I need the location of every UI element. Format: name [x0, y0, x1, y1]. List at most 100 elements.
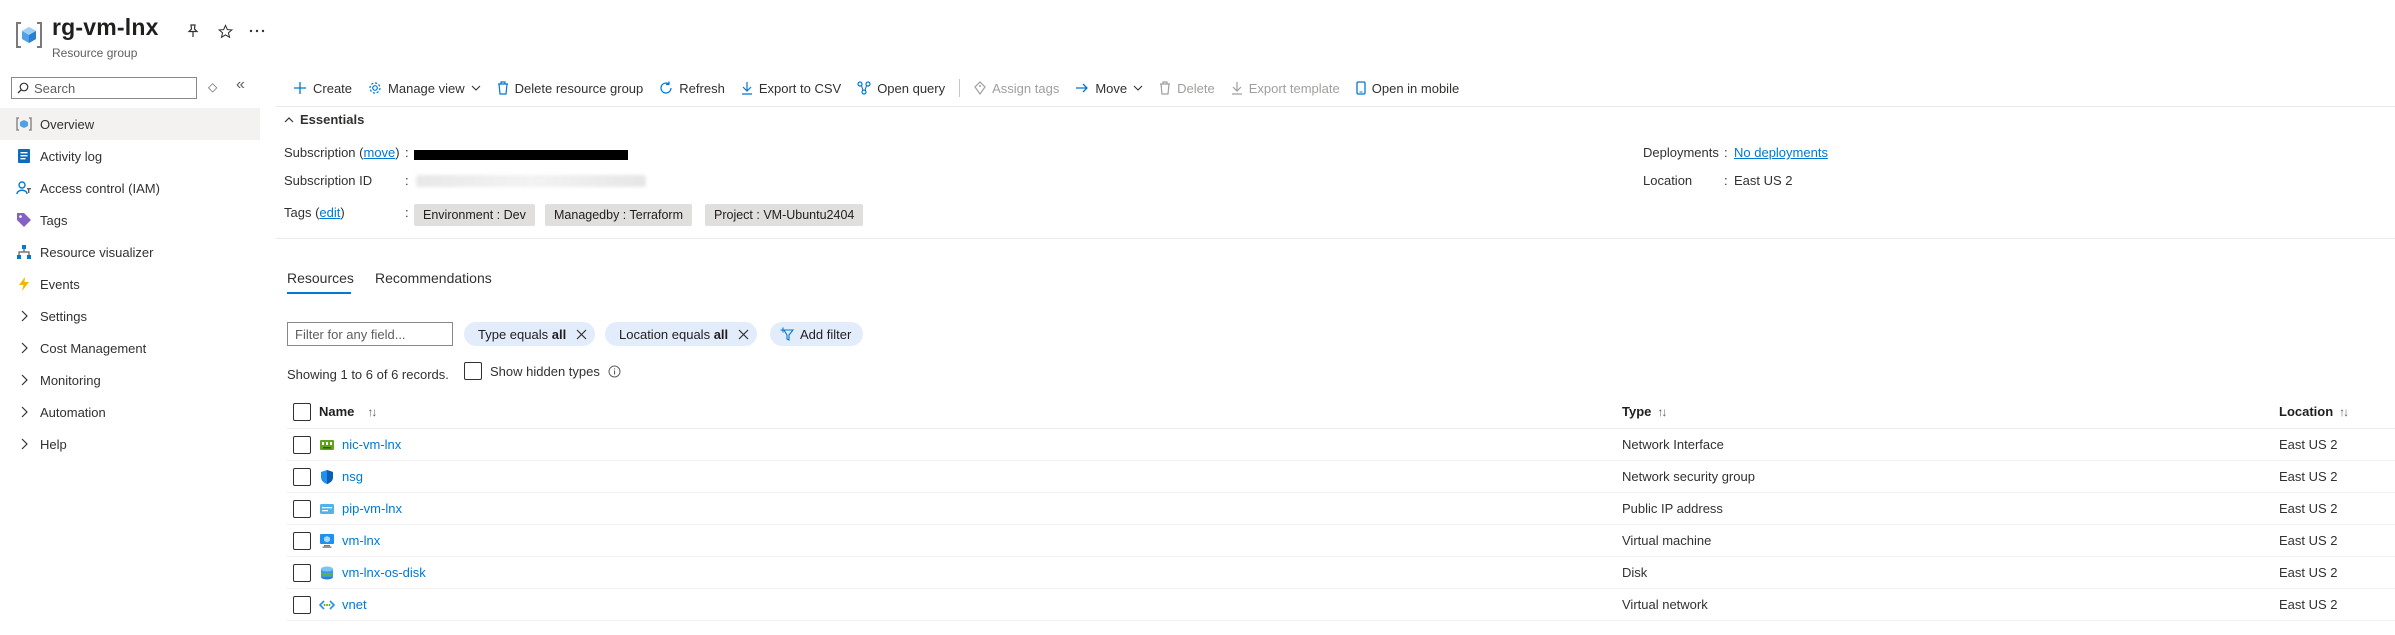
chevron-right-icon: [16, 372, 32, 388]
create-button[interactable]: Create: [285, 81, 360, 96]
more-button[interactable]: [246, 20, 268, 42]
search-options-icon[interactable]: ◇: [208, 80, 217, 94]
table-row[interactable]: nic-vm-lnx Network Interface East US 2: [287, 429, 2395, 461]
delete-button[interactable]: Delete: [1151, 81, 1223, 96]
nav-label: Activity log: [40, 148, 103, 164]
nav-label: Settings: [40, 308, 87, 324]
manage-view-button[interactable]: Manage view: [360, 81, 489, 96]
gear-icon: [369, 82, 381, 94]
row-checkbox[interactable]: [293, 563, 311, 582]
tag-chip: Managedby : Terraform: [545, 204, 692, 226]
column-header-location[interactable]: Location ↑↓: [2279, 404, 2349, 419]
pin-button[interactable]: [182, 20, 204, 42]
ellipsis-icon: [249, 29, 265, 33]
location-filter-pill[interactable]: Location equals all: [605, 322, 758, 346]
nav-item-cost-management[interactable]: Cost Management: [0, 332, 260, 364]
tag-outline-icon: [974, 81, 986, 95]
colon: :: [405, 173, 409, 188]
move-subscription-link[interactable]: move: [364, 145, 396, 160]
close-icon: [738, 329, 749, 339]
nav-item-resource-visualizer[interactable]: Resource visualizer: [0, 236, 260, 268]
resource-location: East US 2: [2279, 437, 2338, 452]
resource-location: East US 2: [2279, 501, 2338, 516]
nav-item-activity-log[interactable]: Activity log: [0, 140, 260, 172]
colon: :: [1724, 173, 1728, 188]
select-all-checkbox[interactable]: [293, 402, 311, 421]
table-row[interactable]: nsg Network security group East US 2: [287, 461, 2395, 493]
chevron-down-icon: [1133, 85, 1143, 91]
row-checkbox[interactable]: [293, 499, 311, 518]
add-filter-icon: [780, 327, 794, 341]
favorite-button[interactable]: [214, 20, 236, 42]
search-icon: [17, 82, 29, 94]
download-icon: [741, 82, 752, 95]
resource-location: East US 2: [2279, 533, 2338, 548]
resource-group-icon: [14, 20, 44, 50]
nav-search-box[interactable]: [11, 77, 197, 99]
table-row[interactable]: pip-vm-lnx Public IP address East US 2: [287, 493, 2395, 525]
nav-item-overview[interactable]: Overview: [0, 108, 260, 140]
nav-label: Access control (IAM): [40, 180, 160, 196]
table-row[interactable]: vm-lnx Virtual machine East US 2: [287, 525, 2395, 557]
move-button[interactable]: Move: [1067, 81, 1151, 96]
filter-input[interactable]: [287, 322, 453, 346]
nav-item-settings[interactable]: Settings: [0, 300, 260, 332]
deployments-link[interactable]: No deployments: [1734, 145, 1828, 160]
resource-link[interactable]: vm-lnx: [342, 533, 380, 548]
location-value: East US 2: [1734, 173, 1793, 188]
essentials-toggle[interactable]: Essentials: [284, 112, 364, 127]
delete-resource-group-button[interactable]: Delete resource group: [489, 81, 652, 96]
plus-icon: [294, 82, 306, 94]
nav-item-tags[interactable]: Tags: [0, 204, 260, 236]
row-checkbox[interactable]: [293, 435, 311, 454]
tags-label: Tags (edit): [284, 205, 345, 220]
add-filter-button[interactable]: Add filter: [770, 322, 864, 346]
edit-tags-link[interactable]: edit: [319, 205, 340, 220]
chevron-right-icon: [16, 436, 32, 452]
close-icon: [576, 329, 587, 339]
download-icon: [1231, 82, 1242, 95]
nav-item-automation[interactable]: Automation: [0, 396, 260, 428]
export-csv-button[interactable]: Export to CSV: [733, 81, 849, 96]
chevron-right-icon: [16, 340, 32, 356]
row-checkbox[interactable]: [293, 595, 311, 614]
nav-item-events[interactable]: Events: [0, 268, 260, 300]
checkbox[interactable]: [464, 362, 482, 380]
show-hidden-types-checkbox[interactable]: Show hidden types: [464, 362, 621, 380]
deployments-label: Deployments: [1643, 145, 1719, 160]
nav-item-help[interactable]: Help: [0, 428, 260, 460]
nav-search-input[interactable]: [34, 80, 184, 96]
chevron-down-icon: [471, 85, 481, 91]
row-checkbox[interactable]: [293, 467, 311, 486]
row-checkbox[interactable]: [293, 531, 311, 550]
collapse-nav-icon[interactable]: «: [236, 76, 245, 94]
tab-resources[interactable]: Resources: [287, 270, 354, 286]
resource-link[interactable]: vnet: [342, 597, 367, 612]
overview-icon: [16, 116, 32, 132]
column-header-type[interactable]: Type ↑↓: [1622, 404, 1667, 419]
nav-item-monitoring[interactable]: Monitoring: [0, 364, 260, 396]
table-row[interactable]: vnet Virtual network East US 2: [287, 589, 2395, 621]
column-header-name[interactable]: Name ↑↓: [319, 404, 377, 419]
resource-link[interactable]: nsg: [342, 469, 363, 484]
table-header: Name ↑↓ Type ↑↓ Location ↑↓: [287, 395, 2395, 429]
refresh-button[interactable]: Refresh: [651, 81, 733, 96]
type-filter-pill[interactable]: Type equals all: [464, 322, 596, 346]
location-label: Location: [1643, 173, 1693, 188]
open-in-mobile-button[interactable]: Open in mobile: [1348, 81, 1467, 96]
virtual-machine-icon: [320, 533, 334, 548]
colon: :: [1724, 145, 1728, 160]
colon: :: [405, 205, 409, 220]
open-query-button[interactable]: Open query: [849, 81, 953, 96]
resource-link[interactable]: vm-lnx-os-disk: [342, 565, 426, 580]
table-row[interactable]: vm-lnx-os-disk Disk East US 2: [287, 557, 2395, 589]
nav-item-iam[interactable]: Access control (IAM): [0, 172, 260, 204]
tab-recommendations[interactable]: Recommendations: [375, 270, 492, 286]
assign-tags-button[interactable]: Assign tags: [966, 81, 1067, 96]
left-nav: Overview Activity log Access control (IA…: [0, 108, 260, 460]
export-template-button[interactable]: Export template: [1223, 81, 1348, 96]
trash-icon: [497, 81, 508, 95]
resource-link[interactable]: pip-vm-lnx: [342, 501, 402, 516]
resource-type: Network Interface: [1622, 437, 1724, 452]
resource-link[interactable]: nic-vm-lnx: [342, 437, 401, 452]
